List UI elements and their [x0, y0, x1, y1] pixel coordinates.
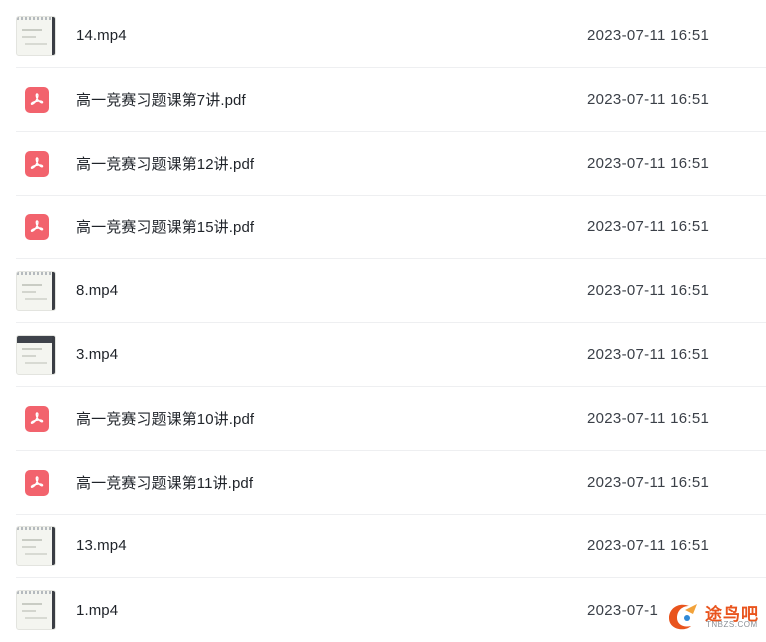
file-modified-date: 2023-07-11 16:51: [587, 90, 710, 108]
file-modified-date: 2023-07-11 16:51: [587, 154, 710, 172]
file-name[interactable]: 高一竞赛习题课第11讲.pdf: [76, 472, 253, 493]
file-name[interactable]: 13.mp4: [76, 537, 127, 554]
file-name[interactable]: 3.mp4: [76, 346, 118, 363]
video-thumbnail-image: [16, 526, 56, 567]
file-modified-date: 2023-07-11 16:51: [587, 346, 710, 363]
file-name[interactable]: 8.mp4: [76, 282, 118, 299]
file-row[interactable]: 高一竞赛习题课第7讲.pdf 2023-07-11 16:51: [16, 68, 766, 132]
watermark-logo: 途鸟吧 TNBZS.COM: [663, 596, 766, 636]
file-modified-date: 2023-07-1: [587, 601, 659, 619]
file-name[interactable]: 高一竞赛习题课第7讲.pdf: [76, 89, 246, 110]
file-name[interactable]: 高一竞赛习题课第15讲.pdf: [76, 216, 254, 237]
watermark-subtext: TNBZS.COM: [706, 620, 758, 629]
pdf-file-icon: [16, 144, 56, 184]
file-row[interactable]: 高一竞赛习题课第12讲.pdf 2023-07-11 16:51: [16, 132, 766, 196]
pdf-file-icon: [16, 463, 56, 503]
video-thumbnail: [16, 526, 56, 567]
bird-logo-icon: [669, 604, 697, 630]
pdf-icon: [25, 86, 49, 113]
video-thumbnail: [16, 335, 56, 375]
video-thumbnail: [16, 16, 56, 56]
pdf-file-icon: [16, 399, 56, 439]
video-thumbnail-image: [16, 271, 56, 312]
file-list: 14.mp4 2023-07-11 16:51 高一竞赛习题课第7讲.pdf 2023…: [0, 0, 766, 636]
file-row[interactable]: 高一竞赛习题课第11讲.pdf 2023-07-11 16:51: [16, 451, 766, 515]
file-row[interactable]: 13.mp4 2023-07-11 16:51: [16, 514, 766, 579]
file-row[interactable]: 3.mp4 2023-07-11 16:51: [16, 323, 766, 387]
file-row[interactable]: 14.mp4 2023-07-11 16:51: [16, 4, 766, 68]
file-name[interactable]: 14.mp4: [76, 27, 127, 44]
video-thumbnail-image: [16, 16, 56, 56]
pdf-icon: [25, 214, 49, 241]
file-row[interactable]: 高一竞赛习题课第10讲.pdf 2023-07-11 16:51: [16, 387, 766, 451]
file-row[interactable]: 8.mp4 2023-07-11 16:51: [16, 259, 766, 324]
pdf-file-icon: [16, 80, 56, 120]
video-thumbnail: [16, 590, 56, 631]
pdf-file-icon: [16, 207, 56, 247]
file-row[interactable]: 高一竞赛习题课第15讲.pdf 2023-07-11 16:51: [16, 195, 766, 260]
video-thumbnail: [16, 271, 56, 312]
pdf-icon: [25, 150, 49, 177]
file-modified-date: 2023-07-11 16:51: [587, 282, 710, 300]
file-name[interactable]: 高一竞赛习题课第10讲.pdf: [76, 408, 254, 429]
file-modified-date: 2023-07-11 16:51: [587, 473, 710, 491]
file-row[interactable]: 1.mp4 2023-07-1: [16, 578, 766, 642]
pdf-icon: [25, 469, 49, 496]
file-modified-date: 2023-07-11 16:51: [587, 27, 710, 44]
file-name[interactable]: 1.mp4: [76, 602, 118, 619]
file-name[interactable]: 高一竞赛习题课第12讲.pdf: [76, 153, 254, 174]
file-modified-date: 2023-07-11 16:51: [587, 537, 710, 555]
pdf-icon: [25, 405, 49, 432]
video-thumbnail-image: [16, 335, 56, 375]
video-thumbnail-image: [16, 590, 56, 631]
file-modified-date: 2023-07-11 16:51: [587, 409, 710, 427]
file-modified-date: 2023-07-11 16:51: [587, 218, 710, 236]
